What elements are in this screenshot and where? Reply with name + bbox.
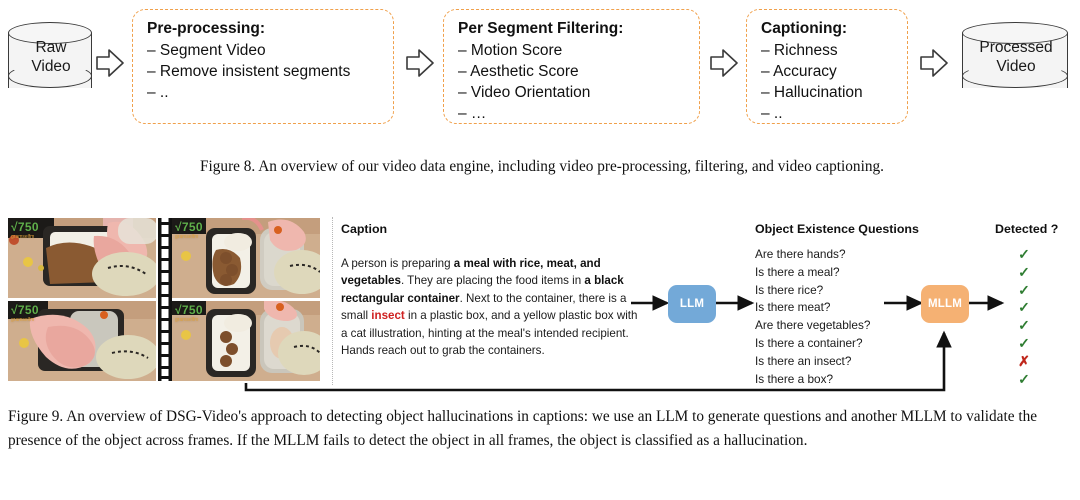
badge-text: √750 — [11, 303, 39, 317]
frame-badge: √750 gramselfm — [175, 220, 203, 240]
llm-label: LLM — [679, 298, 705, 310]
detected-header: Detected ? — [995, 222, 1059, 236]
flow-arrow-1 — [96, 48, 124, 78]
caption-column-divider — [332, 217, 333, 385]
badge-subtext: gramselfm — [11, 234, 35, 240]
video-frame-top-left: √750 gramselfm — [8, 218, 156, 298]
processed-video-label-line1: Processed — [979, 39, 1053, 56]
question-item: Is there a container? — [755, 335, 863, 350]
processed-video-label: Processed Video — [962, 38, 1070, 76]
mllm-box: MLLM — [921, 285, 969, 323]
stage-title: Captioning: — [761, 20, 848, 37]
stage-item: – Hallucination — [761, 84, 863, 101]
video-frame-bottom-right: √750 gramselfm — [172, 301, 320, 381]
detected-result: ✓ — [1018, 334, 1030, 351]
badge-subtext: gramselfm — [11, 317, 35, 323]
raw-video-label-line1: Raw — [35, 39, 67, 56]
stage-title: Pre-processing: — [147, 20, 266, 37]
detected-result-negative: ✗ — [1018, 352, 1030, 369]
video-frame-top-right: √750 gramselfm — [172, 218, 320, 298]
detected-result: ✓ — [1018, 281, 1030, 298]
question-item: Are there hands? — [755, 247, 846, 261]
detected-result: ✓ — [1018, 246, 1030, 262]
frame-badge: √750 gramselfm — [11, 220, 39, 240]
flow-arrow-4 — [920, 48, 948, 78]
stage-box-captioning: Captioning: – Richness – Accuracy – Hall… — [746, 9, 908, 124]
caption-seg: A person is preparing — [341, 257, 454, 270]
llm-box: LLM — [668, 285, 716, 323]
stage-item: – Richness — [761, 42, 838, 59]
badge-subtext: gramselfm — [175, 234, 199, 240]
caption-text: A person is preparing a meal with rice, … — [341, 255, 641, 359]
raw-video-label-line2: Video — [31, 58, 71, 75]
stage-title: Per Segment Filtering: — [458, 20, 624, 37]
mllm-label: MLLM — [927, 298, 962, 310]
stage-item: – Motion Score — [458, 42, 563, 59]
caption-seg-hallucination: insect — [371, 309, 405, 323]
detected-result: ✓ — [1018, 317, 1030, 334]
question-item: Is there a meal? — [755, 264, 840, 279]
detected-result: ✓ — [1018, 299, 1030, 316]
badge-text: √750 — [175, 303, 203, 317]
object-existence-questions-header: Object Existence Questions — [755, 222, 919, 236]
badge-subtext: gramselfm — [175, 317, 199, 323]
frame-badge: √750 gramselfm — [11, 303, 39, 323]
question-item: Is there rice? — [755, 282, 824, 297]
figure-9-dsgvideo-diagram: √750 gramselfm √750 gramselfm √750 grams… — [0, 205, 1080, 395]
stage-item: – Segment Video — [147, 42, 266, 59]
question-item: Is there a box? — [755, 371, 834, 386]
question-item: Are there vegetables? — [755, 318, 871, 333]
figure-9-caption: Figure 9. An overview of DSG-Video's app… — [8, 408, 1038, 449]
stage-item: – … — [458, 105, 487, 122]
video-frame-bottom-left: √750 gramselfm — [8, 301, 156, 381]
flow-arrow-3 — [710, 48, 738, 78]
stage-item: – Accuracy — [761, 63, 837, 80]
caption-seg: . They are placing the food items in — [400, 274, 585, 288]
caption-header: Caption — [341, 222, 388, 236]
stage-item: – .. — [147, 84, 169, 101]
detected-result: ✓ — [1018, 370, 1030, 387]
raw-video-label: Raw Video — [8, 38, 94, 76]
frame-badge: √750 gramselfm — [175, 303, 203, 323]
object-existence-questions-list: Are there hands? Is there a meal? Is the… — [755, 246, 870, 388]
stage-box-per-segment-filtering: Per Segment Filtering: – Motion Score – … — [443, 9, 700, 124]
stage-item: – .. — [761, 105, 783, 122]
badge-text: √750 — [175, 220, 203, 234]
film-strip-divider-icon — [158, 218, 172, 381]
processed-video-label-line2: Video — [996, 58, 1036, 75]
stage-box-pre-processing: Pre-processing: – Segment Video – Remove… — [132, 9, 394, 124]
question-item: Is there an insect? — [755, 353, 852, 368]
processed-video-cylinder: Processed Video — [962, 22, 1070, 100]
figure-8-caption: Figure 8. An overview of our video data … — [200, 158, 884, 175]
stage-item: – Remove insistent segments — [147, 63, 351, 80]
badge-text: √750 — [11, 220, 39, 234]
figure-8-pipeline-diagram: Raw Video Pre-processing: – Segment Vide… — [0, 0, 1080, 145]
detected-result: ✓ — [1018, 263, 1030, 280]
stage-item: – Video Orientation — [458, 84, 591, 101]
raw-video-cylinder: Raw Video — [8, 22, 94, 100]
question-item: Is there meat? — [755, 300, 831, 315]
flow-arrow-2 — [406, 48, 434, 78]
stage-item: – Aesthetic Score — [458, 63, 579, 80]
detected-results-column: ✓ ✓ ✓ ✓ ✓ ✓ ✗ ✓ — [1013, 246, 1035, 388]
